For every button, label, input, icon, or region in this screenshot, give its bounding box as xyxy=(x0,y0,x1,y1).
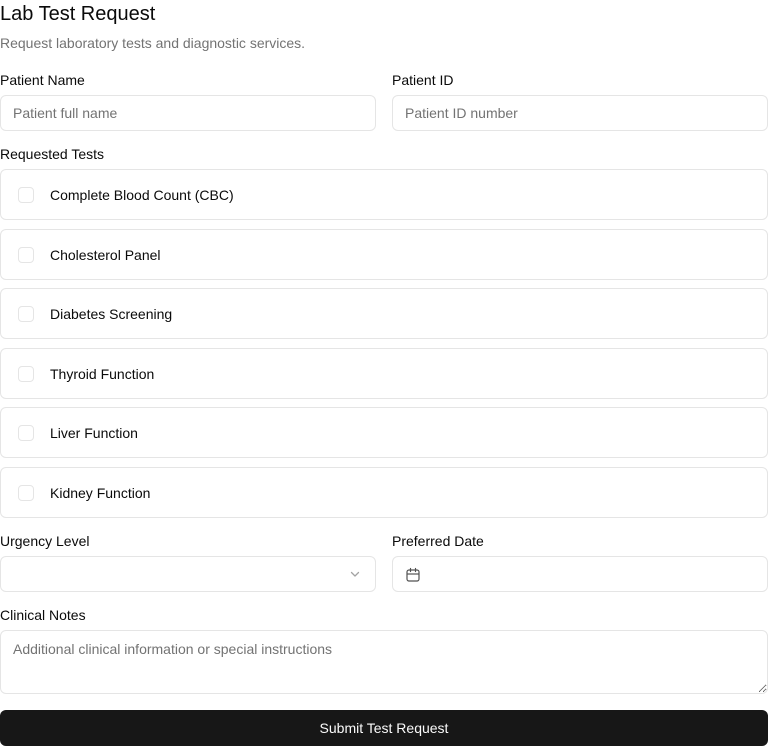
chevron-down-icon xyxy=(350,571,360,577)
liver-checkbox[interactable] xyxy=(18,425,34,441)
calendar-icon xyxy=(406,567,420,582)
test-option-label: Cholesterol Panel xyxy=(50,247,161,263)
submit-test-request-button[interactable]: Submit Test Request xyxy=(0,710,768,746)
test-option-liver[interactable]: Liver Function xyxy=(0,407,768,458)
lab-test-request-form: Lab Test Request Request laboratory test… xyxy=(0,0,768,746)
test-option-label: Thyroid Function xyxy=(50,366,155,382)
cbc-checkbox[interactable] xyxy=(18,187,34,203)
test-option-cholesterol[interactable]: Cholesterol Panel xyxy=(0,229,768,280)
clinical-notes-textarea[interactable] xyxy=(0,630,768,694)
kidney-checkbox[interactable] xyxy=(18,485,34,501)
patient-name-input[interactable] xyxy=(0,95,376,131)
urgency-level-label: Urgency Level xyxy=(0,533,90,549)
diabetes-checkbox[interactable] xyxy=(18,306,34,322)
requested-tests-label: Requested Tests xyxy=(0,146,105,162)
thyroid-checkbox[interactable] xyxy=(18,366,34,382)
preferred-date-picker[interactable] xyxy=(392,556,768,592)
test-option-thyroid[interactable]: Thyroid Function xyxy=(0,348,768,399)
test-option-cbc[interactable]: Complete Blood Count (CBC) xyxy=(0,169,768,220)
patient-id-label: Patient ID xyxy=(392,72,454,88)
patient-id-input[interactable] xyxy=(392,95,768,131)
test-option-label: Complete Blood Count (CBC) xyxy=(50,187,234,203)
preferred-date-label: Preferred Date xyxy=(392,533,484,549)
cholesterol-checkbox[interactable] xyxy=(18,247,34,263)
test-option-label: Diabetes Screening xyxy=(50,306,173,322)
clinical-notes-label: Clinical Notes xyxy=(0,607,86,623)
test-option-kidney[interactable]: Kidney Function xyxy=(0,467,768,518)
patient-name-label: Patient Name xyxy=(0,72,85,88)
page-subtitle: Request laboratory tests and diagnostic … xyxy=(0,35,306,51)
test-option-diabetes[interactable]: Diabetes Screening xyxy=(0,288,768,339)
urgency-level-select[interactable] xyxy=(0,556,376,592)
test-option-label: Liver Function xyxy=(50,425,138,441)
test-option-label: Kidney Function xyxy=(50,485,151,501)
page-title: Lab Test Request xyxy=(0,3,156,25)
